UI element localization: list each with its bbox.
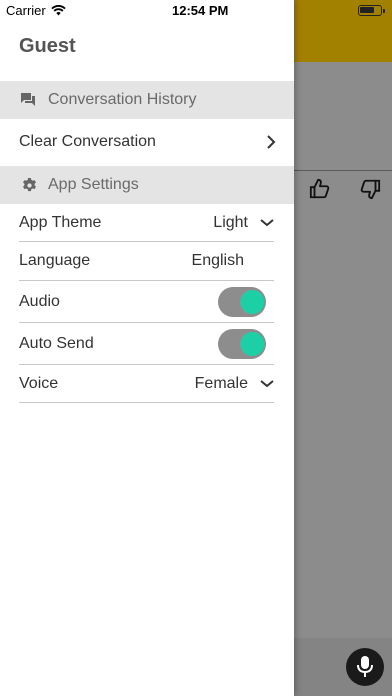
toggle-knob bbox=[240, 290, 264, 314]
status-bar: Carrier 12:54 PM bbox=[0, 0, 294, 20]
message-divider bbox=[294, 170, 392, 171]
wifi-icon bbox=[51, 5, 66, 16]
voice-value: Female bbox=[194, 375, 248, 392]
thumbs-up-icon[interactable] bbox=[309, 178, 331, 200]
app-settings-header: App Settings bbox=[0, 166, 294, 204]
app-theme-select[interactable]: Light bbox=[213, 214, 274, 232]
side-drawer: Carrier 12:54 PM Guest Conversation Hist… bbox=[0, 0, 294, 696]
audio-label: Audio bbox=[19, 293, 60, 310]
app-theme-value: Light bbox=[213, 214, 248, 231]
toggle-knob bbox=[240, 332, 264, 356]
divider bbox=[19, 280, 274, 281]
chevron-down-icon bbox=[260, 219, 274, 227]
clear-conversation-button[interactable]: Clear Conversation bbox=[19, 125, 277, 159]
language-label: Language bbox=[19, 252, 91, 269]
conversation-history-label: Conversation History bbox=[48, 91, 197, 108]
divider bbox=[19, 364, 274, 365]
auto-send-row: Auto Send bbox=[19, 326, 274, 362]
audio-row: Audio bbox=[19, 284, 274, 320]
chevron-right-icon bbox=[267, 135, 276, 149]
app-theme-label: App Theme bbox=[19, 214, 102, 231]
clear-conversation-label: Clear Conversation bbox=[19, 133, 156, 150]
auto-send-toggle[interactable] bbox=[218, 329, 266, 359]
divider bbox=[19, 402, 274, 403]
language-row[interactable]: Language English bbox=[19, 244, 274, 278]
carrier-indicator: Carrier bbox=[6, 3, 66, 18]
carrier-label: Carrier bbox=[6, 3, 46, 18]
microphone-icon bbox=[357, 656, 373, 677]
conversation-history-header: Conversation History bbox=[0, 81, 294, 119]
app-settings-label: App Settings bbox=[48, 176, 139, 193]
microphone-button[interactable] bbox=[346, 648, 384, 686]
chat-icon bbox=[21, 93, 35, 106]
gear-icon bbox=[23, 178, 36, 192]
clock: 12:54 PM bbox=[172, 3, 229, 18]
battery-icon bbox=[358, 5, 385, 16]
divider bbox=[19, 241, 274, 242]
thumbs-down-icon[interactable] bbox=[359, 178, 381, 200]
auto-send-label: Auto Send bbox=[19, 335, 94, 352]
app-theme-row[interactable]: App Theme Light bbox=[19, 206, 274, 240]
language-value: English bbox=[191, 252, 244, 269]
voice-label: Voice bbox=[19, 375, 59, 392]
audio-toggle[interactable] bbox=[218, 287, 266, 317]
chevron-down-icon bbox=[260, 380, 274, 388]
divider bbox=[19, 322, 274, 323]
voice-select[interactable]: Female bbox=[195, 375, 274, 393]
voice-row[interactable]: Voice Female bbox=[19, 367, 274, 401]
user-name: Guest bbox=[19, 35, 76, 57]
